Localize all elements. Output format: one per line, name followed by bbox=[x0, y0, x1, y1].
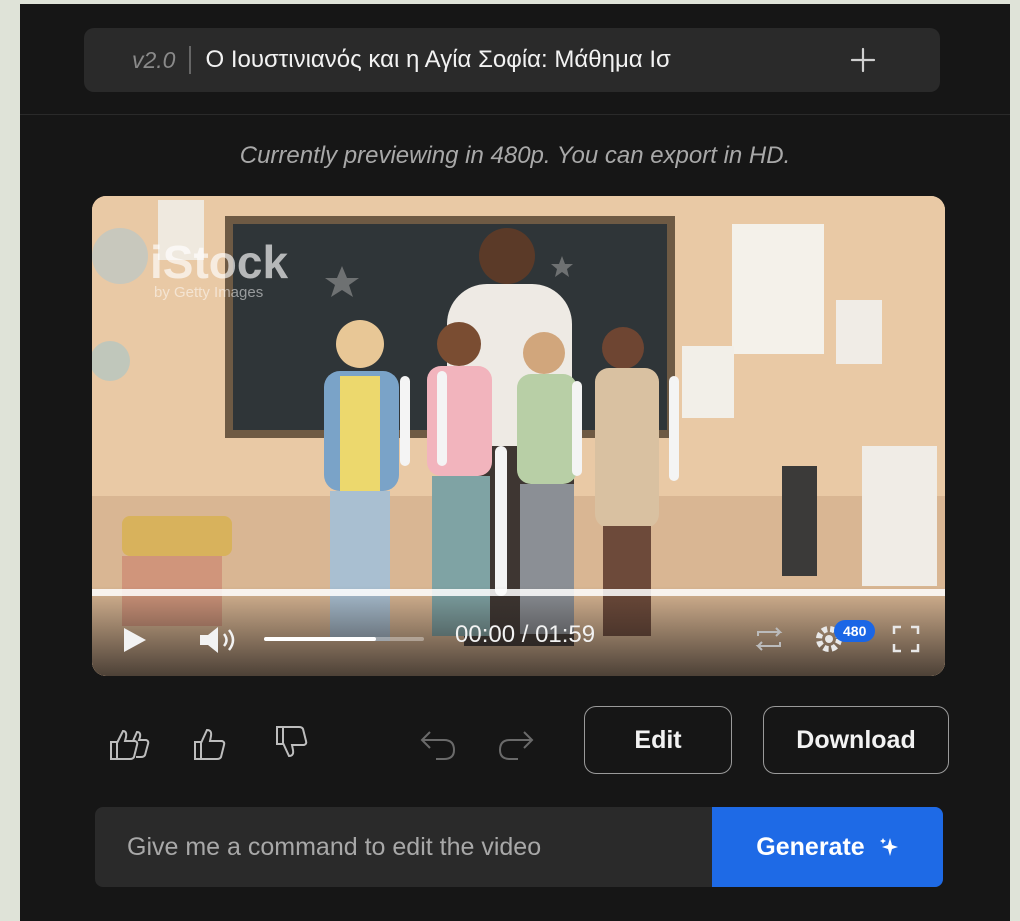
project-title-bar[interactable]: v2.0 Ο Ιουστινιανός και η Αγία Σοφία: Μά… bbox=[84, 28, 940, 92]
command-bar: Give me a command to edit the video Gene… bbox=[95, 807, 943, 887]
project-title[interactable]: Ο Ιουστινιανός και η Αγία Σοφία: Μάθημα … bbox=[205, 46, 770, 74]
command-input[interactable]: Give me a command to edit the video bbox=[127, 807, 687, 887]
preview-notice: Currently previewing in 480p. You can ex… bbox=[239, 142, 791, 169]
loop-icon[interactable] bbox=[752, 624, 786, 654]
volume-icon[interactable] bbox=[198, 624, 242, 656]
generate-button[interactable]: Generate bbox=[712, 807, 943, 887]
version-label: v2.0 bbox=[132, 46, 176, 73]
thumbs-up-double-icon[interactable] bbox=[108, 726, 150, 762]
quality-badge[interactable]: 480 bbox=[834, 620, 876, 642]
title-separator bbox=[189, 46, 192, 74]
sparkle-icon bbox=[879, 838, 898, 856]
download-button[interactable]: Download bbox=[763, 706, 949, 774]
generate-label: Generate bbox=[756, 832, 865, 861]
undo-icon[interactable] bbox=[418, 728, 458, 762]
time-display: 00:00 / 01:59 bbox=[455, 621, 596, 648]
thumbs-down-icon[interactable] bbox=[274, 724, 310, 760]
video-player[interactable]: iStock by Getty Images 00:00 / 01:59 480 bbox=[92, 196, 945, 676]
volume-level bbox=[264, 637, 376, 641]
plus-icon[interactable] bbox=[846, 43, 880, 77]
seek-bar[interactable] bbox=[92, 589, 945, 596]
volume-slider[interactable] bbox=[264, 637, 424, 641]
watermark-subtext: by Getty Images bbox=[154, 284, 263, 301]
video-editor-panel: v2.0 Ο Ιουστινιανός και η Αγία Σοφία: Μά… bbox=[20, 4, 1010, 921]
thumbs-up-icon[interactable] bbox=[192, 726, 228, 762]
fullscreen-icon[interactable] bbox=[892, 625, 920, 653]
action-toolbar: Edit Download bbox=[92, 704, 952, 780]
redo-icon[interactable] bbox=[496, 728, 536, 762]
watermark-text: iStock bbox=[150, 236, 288, 288]
edit-button[interactable]: Edit bbox=[584, 706, 732, 774]
play-icon[interactable] bbox=[120, 626, 148, 654]
header-divider bbox=[20, 114, 1010, 115]
